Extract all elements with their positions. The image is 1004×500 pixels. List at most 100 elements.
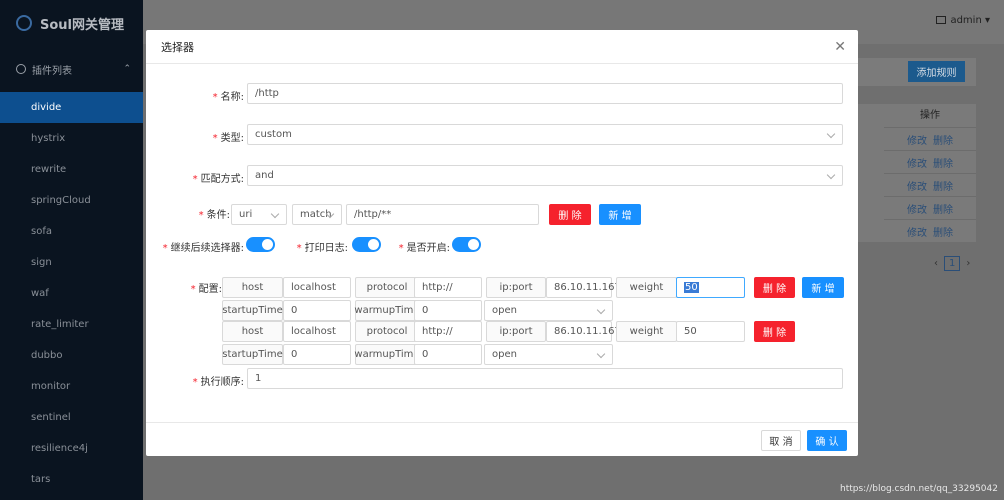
continued-label: * 继续后续选择器: — [162, 243, 244, 254]
edit-link[interactable]: 修改 — [907, 132, 927, 147]
selector-modal: 选择器 ✕ * 名称: /http * 类型: custom * 匹配方式: and … — [146, 30, 858, 456]
prev-page-icon[interactable]: ‹ — [934, 258, 938, 269]
host-label-cell: host — [222, 277, 283, 298]
sidebar-item-sign[interactable]: sign — [0, 247, 143, 278]
app-title: Soul网关管理 — [40, 17, 125, 33]
sidebar-item-waf[interactable]: waf — [0, 278, 143, 309]
host-input[interactable]: localhost — [283, 277, 351, 298]
condition-param-select[interactable]: uri — [231, 204, 287, 225]
delete-link[interactable]: 删除 — [933, 224, 953, 239]
type-select[interactable]: custom — [247, 124, 843, 145]
sidebar-item-resilience4j[interactable]: resilience4j — [0, 433, 143, 464]
edit-link[interactable]: 修改 — [907, 155, 927, 170]
type-label: * 类型: — [212, 133, 244, 144]
sidebar-item-monitor[interactable]: monitor — [0, 371, 143, 402]
weight-label-cell: weight — [616, 277, 677, 298]
table-row: 修改 删除 — [884, 127, 976, 150]
ipport-input[interactable]: 86.10.11.167: — [546, 277, 624, 298]
sidebar-item-hystrix[interactable]: hystrix — [0, 123, 143, 154]
add-rule-button[interactable]: 添加规则 — [908, 61, 965, 82]
delete-link[interactable]: 删除 — [933, 155, 953, 170]
condition-value-input[interactable]: /http/** — [346, 204, 539, 225]
host-label-cell: host — [222, 321, 283, 342]
config-add-button[interactable]: 新 增 — [802, 277, 844, 298]
user-menu[interactable]: admin ▾ — [936, 15, 990, 26]
ipport-label-cell: ip:port — [486, 277, 546, 298]
name-input[interactable]: /http — [247, 83, 843, 104]
warmup-label-cell: warmupTime — [354, 344, 420, 365]
table-header-actions: 操作 — [920, 110, 940, 121]
pagination: ‹ 1 › — [934, 256, 970, 271]
page-number[interactable]: 1 — [944, 256, 961, 271]
order-input[interactable]: 1 — [247, 368, 843, 389]
user-name: admin — [950, 15, 982, 26]
sidebar: Soul网关管理 插件列表 ⌃ divide hystrix rewrite s… — [0, 0, 143, 500]
ipport-input[interactable]: 86.10.11.167: — [546, 321, 624, 342]
edit-link[interactable]: 修改 — [907, 178, 927, 193]
continued-switch[interactable] — [246, 237, 275, 252]
condition-delete-button[interactable]: 删 除 — [549, 204, 591, 225]
sidebar-item-rewrite[interactable]: rewrite — [0, 154, 143, 185]
edit-link[interactable]: 修改 — [907, 201, 927, 216]
protocol-input[interactable]: http:// — [414, 321, 482, 342]
condition-add-button[interactable]: 新 增 — [599, 204, 641, 225]
config-delete-button[interactable]: 删 除 — [754, 321, 795, 342]
next-page-icon[interactable]: › — [966, 258, 970, 269]
match-mode-label: * 匹配方式: — [192, 174, 244, 185]
watermark: https://blog.csdn.net/qq_33295042 — [839, 484, 998, 494]
menu-group-plugins[interactable]: 插件列表 ⌃ — [0, 46, 143, 92]
sidebar-item-rate-limiter[interactable]: rate_limiter — [0, 309, 143, 340]
weight-input[interactable]: 50 — [676, 277, 745, 298]
log-label: * 打印日志: — [296, 243, 348, 254]
startup-input[interactable]: 0 — [283, 300, 351, 321]
match-mode-select[interactable]: and — [247, 165, 843, 186]
config-delete-button[interactable]: 删 除 — [754, 277, 795, 298]
modal-title: 选择器 — [161, 40, 194, 54]
host-input[interactable]: localhost — [283, 321, 351, 342]
sidebar-item-sentinel[interactable]: sentinel — [0, 402, 143, 433]
status-select[interactable]: open — [484, 344, 613, 365]
ipport-label-cell: ip:port — [486, 321, 546, 342]
confirm-button[interactable]: 确 认 — [807, 430, 847, 451]
condition-operator-select[interactable]: match — [292, 204, 342, 225]
startup-label-cell: startupTime — [222, 300, 283, 321]
close-icon[interactable]: ✕ — [834, 39, 846, 55]
sidebar-item-divide[interactable]: divide — [0, 92, 143, 123]
sidebar-item-sofa[interactable]: sofa — [0, 216, 143, 247]
dashboard-icon — [16, 64, 26, 74]
name-label: * 名称: — [212, 92, 244, 103]
delete-link[interactable]: 删除 — [933, 178, 953, 193]
sidebar-item-springcloud[interactable]: springCloud — [0, 185, 143, 216]
startup-label-cell: startupTime — [222, 344, 283, 365]
weight-input[interactable]: 50 — [676, 321, 745, 342]
delete-link[interactable]: 删除 — [933, 201, 953, 216]
chevron-up-icon: ⌃ — [123, 64, 131, 74]
order-label: * 执行顺序: — [192, 377, 244, 388]
modal-footer: 取 消 确 认 — [146, 422, 858, 456]
config-label: * 配置: — [190, 284, 222, 295]
status-select[interactable]: open — [484, 300, 613, 321]
warmup-input[interactable]: 0 — [414, 344, 482, 365]
log-switch[interactable] — [352, 237, 381, 252]
modal-header: 选择器 — [146, 30, 858, 64]
edit-link[interactable]: 修改 — [907, 224, 927, 239]
weight-label-cell: weight — [616, 321, 677, 342]
protocol-input[interactable]: http:// — [414, 277, 482, 298]
sidebar-item-tars[interactable]: tars — [0, 464, 143, 495]
delete-link[interactable]: 删除 — [933, 132, 953, 147]
table-row: 修改 删除 — [884, 219, 976, 242]
table-row: 修改 删除 — [884, 196, 976, 219]
enabled-label: * 是否开启: — [398, 243, 450, 254]
table-row: 修改 删除 — [884, 173, 976, 196]
cancel-button[interactable]: 取 消 — [761, 430, 801, 451]
enabled-switch[interactable] — [452, 237, 481, 252]
protocol-label-cell: protocol — [355, 277, 419, 298]
logout-icon[interactable] — [936, 16, 947, 24]
table-row: 修改 删除 — [884, 150, 976, 173]
warmup-label-cell: warmupTime — [354, 300, 420, 321]
startup-input[interactable]: 0 — [283, 344, 351, 365]
warmup-input[interactable]: 0 — [414, 300, 482, 321]
brand: Soul网关管理 — [0, 0, 143, 46]
sidebar-item-dubbo[interactable]: dubbo — [0, 340, 143, 371]
protocol-label-cell: protocol — [355, 321, 419, 342]
